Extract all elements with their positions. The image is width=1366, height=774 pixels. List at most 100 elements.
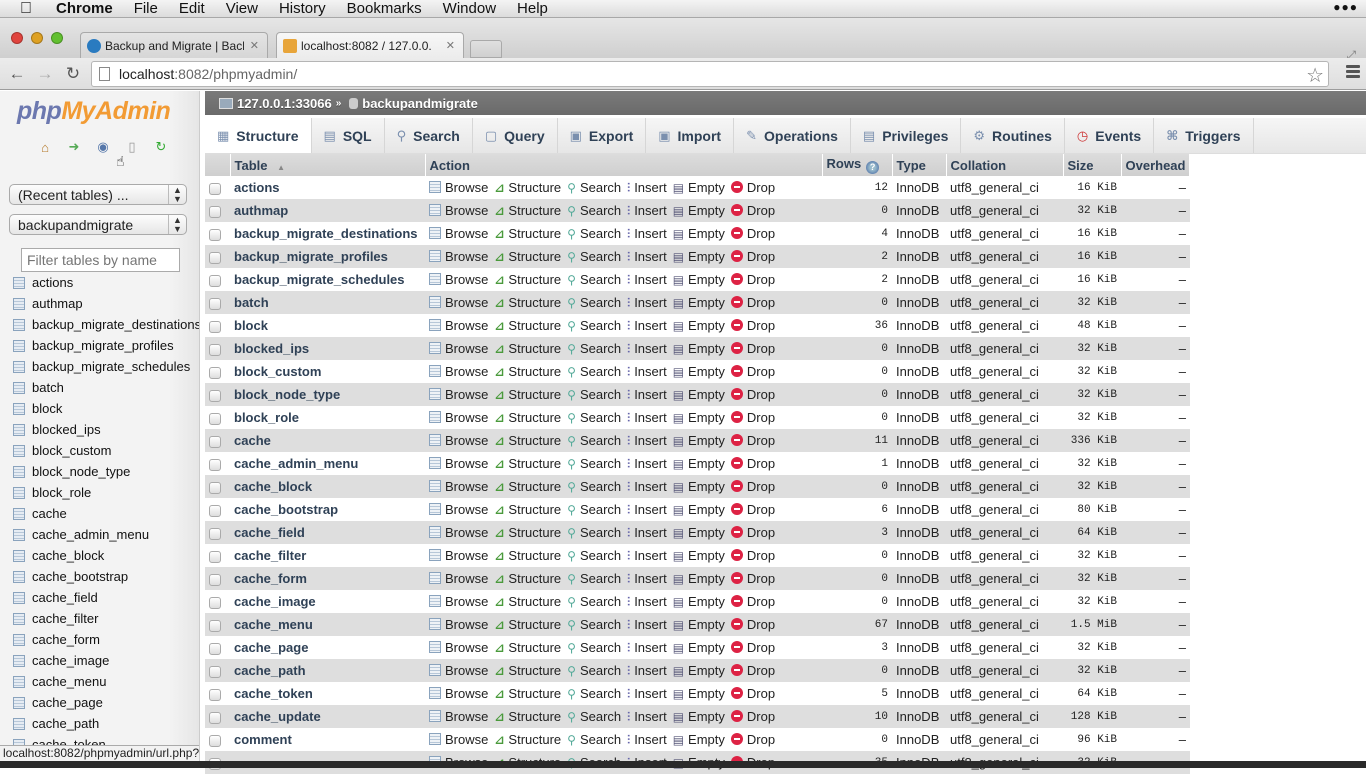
table-name-link[interactable]: block_node_type (234, 387, 340, 402)
sidebar-table-item[interactable]: cache_block (13, 545, 199, 566)
zoom-window-button[interactable] (51, 32, 63, 44)
row-checkbox[interactable] (209, 412, 221, 425)
tab-operations[interactable]: ✎ Operations (734, 118, 851, 153)
action-search[interactable]: ⚲Search (567, 571, 627, 586)
action-search[interactable]: ⚲Search (567, 525, 627, 540)
minimize-window-button[interactable] (31, 32, 43, 44)
action-drop[interactable]: Drop (730, 318, 781, 333)
table-name-link[interactable]: cache_admin_menu (234, 456, 358, 471)
action-browse[interactable]: Browse (429, 226, 494, 241)
sidebar-table-item[interactable]: cache_admin_menu (13, 524, 199, 545)
table-name-link[interactable]: block_custom (234, 364, 321, 379)
action-search[interactable]: ⚲Search (567, 594, 627, 609)
action-empty[interactable]: ▤Empty (673, 203, 731, 218)
action-empty[interactable]: ▤Empty (673, 709, 731, 724)
row-checkbox[interactable] (209, 228, 221, 241)
action-structure[interactable]: ⊿Structure (494, 410, 567, 425)
action-empty[interactable]: ▤Empty (673, 663, 731, 678)
action-search[interactable]: ⚲Search (567, 318, 627, 333)
action-search[interactable]: ⚲Search (567, 203, 627, 218)
action-insert[interactable]: ⫶Insert (627, 295, 673, 310)
action-insert[interactable]: ⫶Insert (627, 686, 673, 701)
action-empty[interactable]: ▤Empty (673, 364, 731, 379)
sidebar-table-item[interactable]: block (13, 398, 199, 419)
row-checkbox[interactable] (209, 458, 221, 471)
action-browse[interactable]: Browse (429, 548, 494, 563)
menu-edit[interactable]: Edit (179, 0, 205, 17)
action-browse[interactable]: Browse (429, 571, 494, 586)
action-empty[interactable]: ▤Empty (673, 686, 731, 701)
action-browse[interactable]: Browse (429, 709, 494, 724)
action-structure[interactable]: ⊿Structure (494, 226, 567, 241)
action-search[interactable]: ⚲Search (567, 502, 627, 517)
action-insert[interactable]: ⫶Insert (627, 456, 673, 471)
action-browse[interactable]: Browse (429, 525, 494, 540)
action-browse[interactable]: Browse (429, 502, 494, 517)
action-drop[interactable]: Drop (730, 387, 781, 402)
action-browse[interactable]: Browse (429, 318, 494, 333)
action-browse[interactable]: Browse (429, 456, 494, 471)
action-search[interactable]: ⚲Search (567, 732, 627, 747)
tab-query[interactable]: ▢ Query (473, 118, 558, 153)
menu-bookmarks[interactable]: Bookmarks (347, 0, 422, 17)
table-name-link[interactable]: actions (234, 180, 280, 195)
sidebar-table-item[interactable]: blocked_ips (13, 419, 199, 440)
row-checkbox[interactable] (209, 596, 221, 609)
table-name-link[interactable]: cache_menu (234, 617, 313, 632)
action-empty[interactable]: ▤Empty (673, 180, 731, 195)
table-name-link[interactable]: cache_page (234, 640, 308, 655)
action-search[interactable]: ⚲Search (567, 272, 627, 287)
action-structure[interactable]: ⊿Structure (494, 709, 567, 724)
forward-arrow-icon[interactable]: → (31, 64, 59, 84)
browser-tab-phpmyadmin[interactable]: localhost:8082 / 127.0.0. ✕ (276, 32, 464, 58)
action-search[interactable]: ⚲Search (567, 686, 627, 701)
action-structure[interactable]: ⊿Structure (494, 525, 567, 540)
table-name-link[interactable]: block (234, 318, 268, 333)
action-search[interactable]: ⚲Search (567, 709, 627, 724)
action-structure[interactable]: ⊿Structure (494, 640, 567, 655)
row-checkbox[interactable] (209, 366, 221, 379)
action-insert[interactable]: ⫶Insert (627, 548, 673, 563)
home-icon[interactable]: ⌂ (36, 138, 54, 156)
action-insert[interactable]: ⫶Insert (627, 479, 673, 494)
row-checkbox[interactable] (209, 435, 221, 448)
sidebar-table-item[interactable]: backup_migrate_profiles (13, 335, 199, 356)
sidebar-table-item[interactable]: cache_field (13, 587, 199, 608)
sidebar-table-item[interactable]: backup_migrate_destinations (13, 314, 199, 335)
sidebar-table-item[interactable]: cache_form (13, 629, 199, 650)
action-insert[interactable]: ⫶Insert (627, 203, 673, 218)
action-insert[interactable]: ⫶Insert (627, 732, 673, 747)
action-browse[interactable]: Browse (429, 272, 494, 287)
help-icon[interactable]: ? (866, 161, 880, 174)
action-empty[interactable]: ▤Empty (673, 226, 731, 241)
action-search[interactable]: ⚲Search (567, 180, 627, 195)
sidebar-table-item[interactable]: cache_menu (13, 671, 199, 692)
action-insert[interactable]: ⫶Insert (627, 525, 673, 540)
action-insert[interactable]: ⫶Insert (627, 709, 673, 724)
sidebar-table-item[interactable]: actions (13, 272, 199, 293)
sidebar-table-item[interactable]: block_role (13, 482, 199, 503)
action-insert[interactable]: ⫶Insert (627, 226, 673, 241)
action-drop[interactable]: Drop (730, 295, 781, 310)
action-structure[interactable]: ⊿Structure (494, 502, 567, 517)
table-name-link[interactable]: blocked_ips (234, 341, 309, 356)
header-table[interactable]: Table ▲ (230, 154, 426, 176)
action-structure[interactable]: ⊿Structure (494, 548, 567, 563)
action-search[interactable]: ⚲Search (567, 640, 627, 655)
action-drop[interactable]: Drop (730, 617, 781, 632)
action-browse[interactable]: Browse (429, 249, 494, 264)
action-structure[interactable]: ⊿Structure (494, 617, 567, 632)
action-empty[interactable]: ▤Empty (673, 295, 731, 310)
action-browse[interactable]: Browse (429, 295, 494, 310)
row-checkbox[interactable] (209, 274, 221, 287)
action-drop[interactable]: Drop (730, 571, 781, 586)
action-browse[interactable]: Browse (429, 617, 494, 632)
action-structure[interactable]: ⊿Structure (494, 249, 567, 264)
filter-tables-input[interactable] (21, 248, 180, 272)
address-bar[interactable]: localhost:8082/phpmyadmin/ ☆ (91, 61, 1329, 87)
action-structure[interactable]: ⊿Structure (494, 732, 567, 747)
action-search[interactable]: ⚲Search (567, 226, 627, 241)
logout-icon[interactable]: ➜ (65, 138, 83, 156)
action-search[interactable]: ⚲Search (567, 456, 627, 471)
action-drop[interactable]: Drop (730, 433, 781, 448)
